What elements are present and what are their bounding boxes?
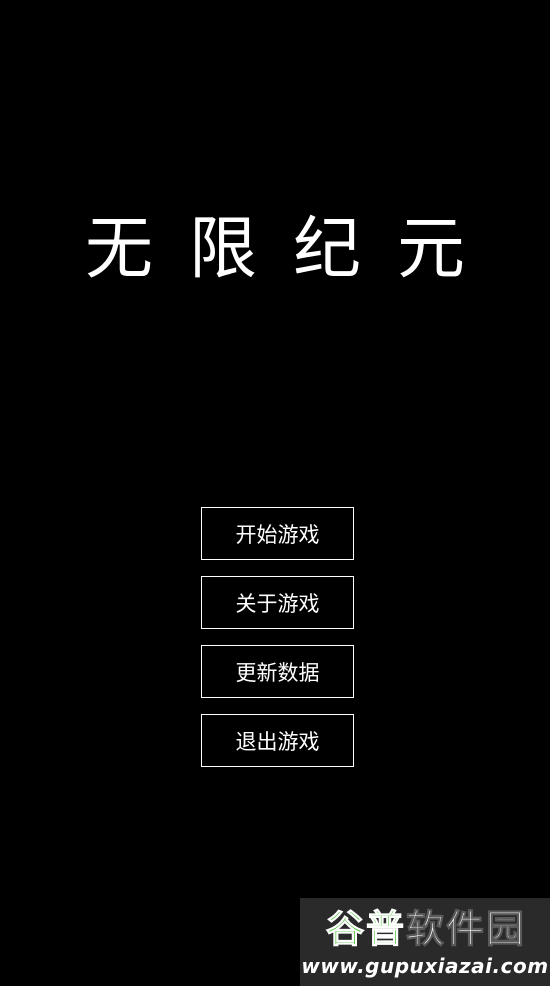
exit-game-button[interactable]: 退出游戏 — [201, 714, 354, 767]
watermark-url: www.gupuxiazai.com — [301, 954, 549, 978]
watermark-logo-char: 谷 — [325, 907, 364, 952]
watermark-logo-char: 软 — [405, 907, 444, 952]
watermark-logo: 谷 普 软 件 园 — [302, 906, 548, 952]
watermark-logo-char: 件 — [445, 907, 485, 952]
watermark-logo-char: 园 — [486, 907, 525, 952]
start-game-button[interactable]: 开始游戏 — [201, 507, 354, 560]
game-main-menu-screen: 无限纪元 开始游戏 关于游戏 更新数据 退出游戏 谷 普 软 件 园 www.g… — [0, 0, 550, 986]
about-game-button[interactable]: 关于游戏 — [201, 576, 354, 629]
update-data-button[interactable]: 更新数据 — [201, 645, 354, 698]
site-watermark: 谷 普 软 件 园 www.gupuxiazai.com — [300, 898, 550, 986]
game-title: 无限纪元 — [84, 210, 501, 289]
main-menu: 开始游戏 关于游戏 更新数据 退出游戏 — [201, 507, 354, 783]
watermark-logo-char: 普 — [365, 907, 404, 952]
